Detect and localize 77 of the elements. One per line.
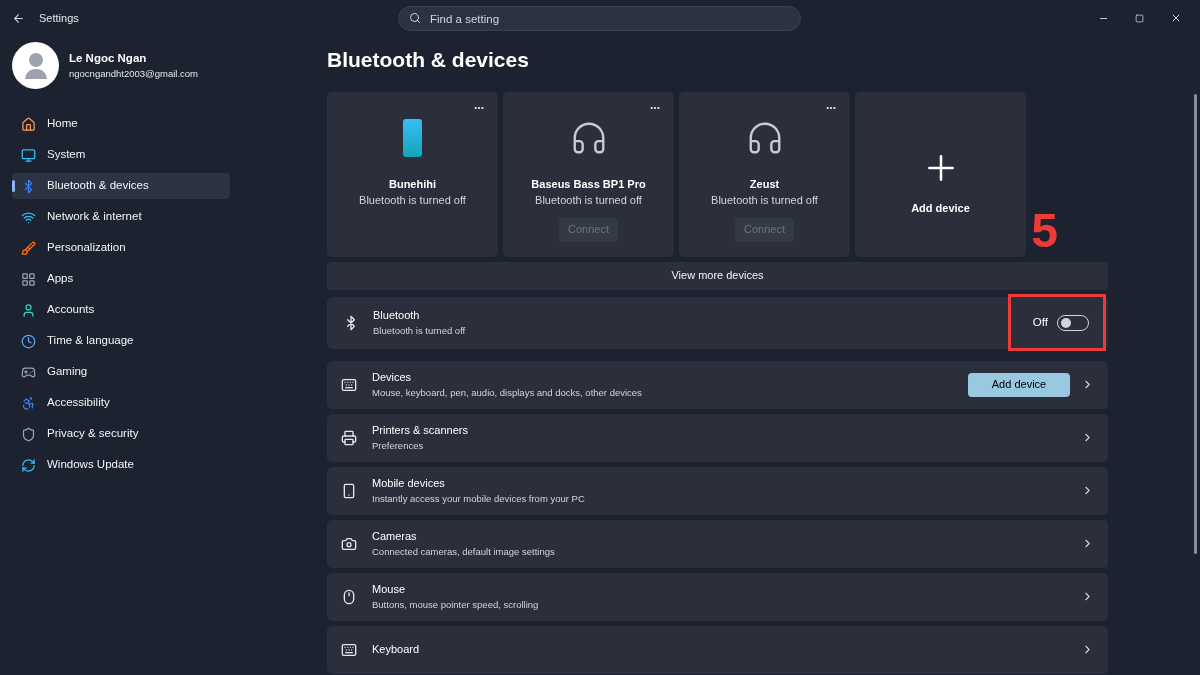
toggle-state: Off <box>1032 314 1048 330</box>
device-status: Bluetooth is turned off <box>535 193 642 208</box>
window-title: Settings <box>39 10 79 26</box>
accessibility-icon <box>21 395 36 411</box>
view-more-devices-button[interactable]: View more devices <box>327 261 1108 290</box>
clock-icon <box>21 333 36 349</box>
selection-indicator <box>12 180 15 192</box>
sidebar-item[interactable]: Privacy & security <box>12 421 230 447</box>
sidebar-item[interactable]: Network & internet <box>12 204 230 230</box>
camera-icon <box>341 535 357 552</box>
settings-row[interactable]: Mouse Buttons, mouse pointer speed, scrolling <box>327 572 1108 621</box>
sidebar-item[interactable]: Windows Update <box>12 452 230 478</box>
maximize-icon[interactable] <box>1135 13 1144 23</box>
device-status: Bluetooth is turned off <box>711 193 818 208</box>
sidebar-item[interactable]: Home <box>12 111 230 137</box>
settings-row[interactable]: Printers & scanners Preferences <box>327 413 1108 462</box>
row-title: Printers & scanners <box>372 423 468 439</box>
step-number: 5 <box>1031 206 1058 255</box>
row-title: Bluetooth <box>373 308 421 324</box>
sidebar-item[interactable]: Accessibility <box>12 390 230 416</box>
settings-row[interactable]: Devices Mouse, keyboard, pen, audio, displays and docks, other devices Add device <box>327 360 1108 409</box>
sidebar-item[interactable]: Time & language <box>12 328 230 354</box>
sidebar-item[interactable]: Accounts <box>12 297 230 323</box>
user-icon <box>21 302 36 318</box>
keyboard-icon <box>341 376 357 393</box>
scrollbar[interactable] <box>1194 94 1197 554</box>
sidebar-item[interactable]: Apps <box>12 266 230 292</box>
row-title: Keyboard <box>372 642 420 658</box>
more-options[interactable]: ... <box>650 95 660 114</box>
more-options[interactable]: ... <box>826 95 836 114</box>
wifi-icon <box>21 209 36 225</box>
back-icon[interactable] <box>12 11 25 25</box>
add-device-button[interactable]: Add device <box>968 372 1070 397</box>
shield-icon <box>21 426 36 442</box>
avatar <box>12 42 59 89</box>
grid-icon <box>21 271 36 287</box>
sidebar-item[interactable]: Personalization <box>12 235 230 261</box>
row-title: Mouse <box>372 582 407 598</box>
home-icon <box>21 116 36 132</box>
row-subtitle: Mouse, keyboard, pen, audio, displays and docks, other devices <box>372 385 642 400</box>
search-field[interactable]: Find a setting <box>398 6 801 31</box>
settings-row[interactable]: Cameras Connected cameras, default image settings <box>327 519 1108 568</box>
device-name: Zeust <box>749 176 780 192</box>
keyboard-icon <box>341 641 357 658</box>
settings-row[interactable]: Mobile devices Instantly access your mobile devices from your PC <box>327 466 1108 515</box>
monitor-icon <box>21 147 36 163</box>
add-device-card[interactable]: Add device <box>855 91 1026 257</box>
sidebar-item[interactable]: Bluetooth & devices <box>12 173 230 199</box>
row-title: Cameras <box>372 529 418 545</box>
brush-icon <box>21 240 36 256</box>
row-subtitle: Preferences <box>372 438 425 453</box>
search-icon <box>409 11 421 24</box>
update-icon <box>21 457 36 473</box>
sidebar-item[interactable]: Gaming <box>12 359 230 385</box>
row-title: Devices <box>372 370 413 386</box>
device-name: Add device <box>911 200 970 216</box>
printer-icon <box>341 429 357 446</box>
mouse-icon <box>341 588 357 605</box>
more-options[interactable]: ... <box>474 95 484 114</box>
sidebar-item[interactable]: System <box>12 142 230 168</box>
row-subtitle: Buttons, mouse pointer speed, scrolling <box>372 597 539 612</box>
device-name: Baseus Bass BP1 Pro <box>531 176 646 192</box>
row-subtitle: Connected cameras, default image settings <box>372 544 555 559</box>
device-card[interactable]: ... Bunehihi Bluetooth is turned off <box>327 91 498 257</box>
phone-icon <box>403 118 422 157</box>
device-status: Bluetooth is turned off <box>359 193 466 208</box>
device-name: Bunehihi <box>388 176 437 192</box>
row-subtitle: Bluetooth is turned off <box>373 323 466 338</box>
user-name: Le Ngoc Ngan <box>69 50 148 66</box>
gamepad-icon <box>21 364 36 380</box>
phone-icon <box>341 482 357 499</box>
row-title: Mobile devices <box>372 476 446 492</box>
user-email: ngocngandht2003@gmail.com <box>69 67 198 81</box>
row-subtitle: Instantly access your mobile devices from your PC <box>372 491 585 506</box>
page-title: Bluetooth & devices <box>327 47 530 73</box>
close-icon[interactable] <box>1170 12 1182 24</box>
settings-row[interactable]: Keyboard <box>327 625 1108 674</box>
